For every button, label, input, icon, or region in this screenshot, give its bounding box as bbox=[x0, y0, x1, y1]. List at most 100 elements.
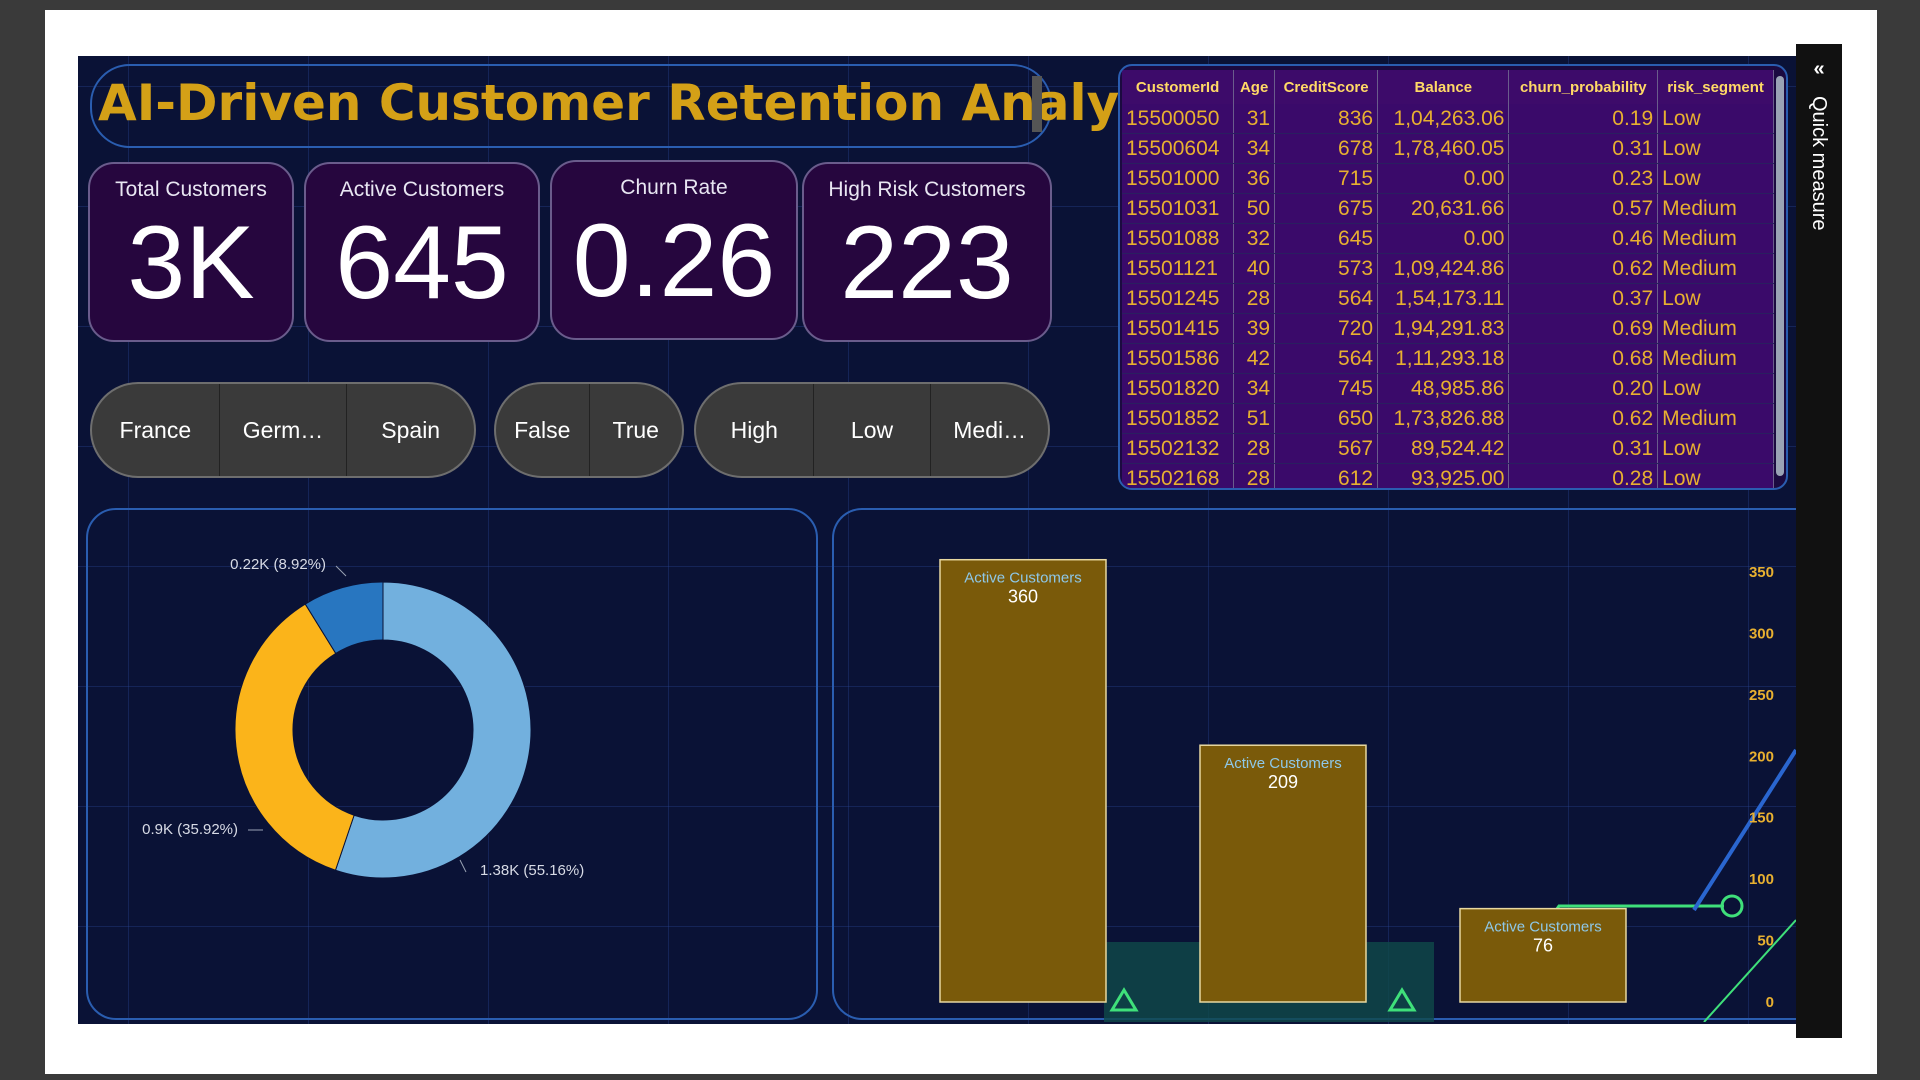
table-cell: 0.37 bbox=[1508, 283, 1659, 314]
donut-chart-panel: 1.38K (55.16%) 0.9K (35.92%) 0.22K (8.92%) bbox=[86, 508, 818, 1020]
table-cell: 15500050 bbox=[1122, 104, 1235, 134]
bar-series-label: Active Customers bbox=[964, 570, 1082, 587]
slicer-option-germany[interactable]: Germ… bbox=[220, 384, 348, 476]
kpi-value: 645 bbox=[335, 205, 509, 321]
table-cell: 15501088 bbox=[1122, 223, 1235, 254]
table-cell: 1,11,293.18 bbox=[1377, 343, 1510, 374]
table-cell: 15501415 bbox=[1122, 313, 1235, 344]
table-row[interactable]: 15501088 32 645 0.00 0.46 Medium bbox=[1122, 223, 1774, 254]
slicer-option-false[interactable]: False bbox=[496, 384, 590, 476]
slicer-option-medium[interactable]: Medi… bbox=[931, 384, 1048, 476]
y-tick-label: 350 bbox=[1749, 564, 1774, 581]
slice-leader-line bbox=[459, 859, 467, 873]
column-header[interactable]: Age bbox=[1233, 70, 1276, 104]
table-cell: 15500604 bbox=[1122, 133, 1235, 164]
bar[interactable] bbox=[939, 558, 1107, 1003]
slicer-option-low[interactable]: Low bbox=[814, 384, 932, 476]
column-header[interactable]: churn_probability bbox=[1508, 70, 1659, 104]
table-row[interactable]: 15501121 40 573 1,09,424.86 0.62 Medium bbox=[1122, 253, 1774, 284]
table-cell: Low bbox=[1657, 104, 1774, 134]
table-cell: 34 bbox=[1233, 373, 1276, 404]
table-header: CustomerId Age CreditScore Balance churn_pro… bbox=[1122, 70, 1774, 104]
bar-chart-panel: 0 50 100 150 200 250 300 350 Active Customers 360… bbox=[832, 508, 1796, 1023]
table-cell: Low bbox=[1657, 283, 1774, 314]
table-cell: 0.00 bbox=[1377, 163, 1510, 194]
geography-slicer: France Germ… Spain bbox=[90, 382, 476, 478]
kpi-label: Churn Rate bbox=[620, 176, 728, 199]
table-cell: 15502168 bbox=[1122, 463, 1235, 488]
table-cell: Medium bbox=[1657, 223, 1774, 254]
table-cell: 0.19 bbox=[1508, 104, 1659, 134]
slice-data-label: 0.9K (35.92%) bbox=[142, 821, 238, 838]
bar-chart: 050100150200250300350Active Customers360… bbox=[939, 558, 1796, 1023]
table-row[interactable]: 15500604 34 678 1,78,460.05 0.31 Low bbox=[1122, 133, 1774, 164]
active-member-slicer: False True bbox=[494, 382, 684, 478]
table-cell: 20,631.66 bbox=[1377, 193, 1510, 224]
table-cell: 34 bbox=[1233, 133, 1276, 164]
table-cell: 678 bbox=[1274, 133, 1379, 164]
table-row[interactable]: 15500050 31 836 1,04,263.06 0.19 Low bbox=[1122, 104, 1774, 134]
bar-data-label: 209 bbox=[1268, 772, 1298, 792]
slice-data-label: 0.22K (8.92%) bbox=[230, 556, 326, 573]
table-cell: 0.23 bbox=[1508, 163, 1659, 194]
bar-data-label: 76 bbox=[1533, 936, 1553, 956]
table-row[interactable]: 15501852 51 650 1,73,826.88 0.62 Medium bbox=[1122, 403, 1774, 434]
table-cell: 15501245 bbox=[1122, 283, 1235, 314]
table-row[interactable]: 15501820 34 745 48,985.86 0.20 Low bbox=[1122, 373, 1774, 404]
table-scrollbar[interactable] bbox=[1776, 76, 1784, 476]
slicer-option-true[interactable]: True bbox=[590, 384, 683, 476]
y-tick-label: 0 bbox=[1766, 994, 1774, 1011]
table-cell: 715 bbox=[1274, 163, 1379, 194]
kpi-total-customers[interactable]: Total Customers 3K bbox=[88, 162, 294, 342]
table-cell: 0.20 bbox=[1508, 373, 1659, 404]
title-scrollbar bbox=[1032, 76, 1042, 132]
y-tick-label: 200 bbox=[1749, 748, 1774, 765]
table-row[interactable]: 15501245 28 564 1,54,173.11 0.37 Low bbox=[1122, 283, 1774, 314]
table-cell: 836 bbox=[1274, 104, 1379, 134]
kpi-high-risk-customers[interactable]: High Risk Customers 223 bbox=[802, 162, 1052, 342]
table-cell: 1,04,263.06 bbox=[1377, 104, 1510, 134]
table-cell: Low bbox=[1657, 373, 1774, 404]
column-header[interactable]: CreditScore bbox=[1274, 70, 1379, 104]
column-header[interactable]: CustomerId bbox=[1122, 70, 1235, 104]
kpi-label: Active Customers bbox=[339, 178, 505, 201]
chevron-left-icon[interactable]: « bbox=[1796, 58, 1842, 81]
table-cell: 0.69 bbox=[1508, 313, 1659, 344]
slicer-option-high[interactable]: High bbox=[696, 384, 814, 476]
kpi-label: Total Customers bbox=[115, 178, 267, 201]
table-cell: 89,524.42 bbox=[1377, 433, 1510, 464]
table-row[interactable]: 15501000 36 715 0.00 0.23 Low bbox=[1122, 163, 1774, 194]
table-row[interactable]: 15501031 50 675 20,631.66 0.57 Medium bbox=[1122, 193, 1774, 224]
table-cell: 0.00 bbox=[1377, 223, 1510, 254]
table-cell: 567 bbox=[1274, 433, 1379, 464]
column-header[interactable]: risk_segment bbox=[1657, 70, 1774, 104]
table-cell: 51 bbox=[1233, 403, 1276, 434]
quick-measure-pane[interactable]: « Quick measure bbox=[1796, 44, 1842, 1038]
column-header[interactable]: Balance bbox=[1377, 70, 1510, 104]
table-cell: Medium bbox=[1657, 253, 1774, 284]
table-cell: Low bbox=[1657, 133, 1774, 164]
table-cell: 15502132 bbox=[1122, 433, 1235, 464]
report-canvas: AI-Driven Customer Retention Analysis To… bbox=[78, 56, 1796, 1024]
bar-series-label: Active Customers bbox=[1484, 919, 1602, 936]
kpi-active-customers[interactable]: Active Customers 645 bbox=[304, 162, 540, 342]
table-row[interactable]: 15502168 28 612 93,925.00 0.28 Low bbox=[1122, 463, 1774, 488]
donut-chart: 1.38K (55.16%) 0.9K (35.92%) 0.22K (8.92%) bbox=[142, 556, 584, 879]
table-row[interactable]: 15501586 42 564 1,11,293.18 0.68 Medium bbox=[1122, 343, 1774, 374]
table-cell: 0.68 bbox=[1508, 343, 1659, 374]
table-cell: 564 bbox=[1274, 343, 1379, 374]
table-cell: Low bbox=[1657, 463, 1774, 488]
table-row[interactable]: 15501415 39 720 1,94,291.83 0.69 Medium bbox=[1122, 313, 1774, 344]
bar-data-label: 360 bbox=[1008, 587, 1038, 607]
slicer-option-spain[interactable]: Spain bbox=[347, 384, 474, 476]
slicer-option-france[interactable]: France bbox=[92, 384, 220, 476]
table-cell: 48,985.86 bbox=[1377, 373, 1510, 404]
kpi-churn-rate[interactable]: Churn Rate 0.26 bbox=[550, 160, 798, 340]
table-cell: 0.28 bbox=[1508, 463, 1659, 488]
kpi-value: 0.26 bbox=[572, 203, 776, 319]
table-cell: 0.62 bbox=[1508, 253, 1659, 284]
table-cell: 720 bbox=[1274, 313, 1379, 344]
kpi-value: 3K bbox=[127, 205, 255, 321]
table-cell: 650 bbox=[1274, 403, 1379, 434]
table-row[interactable]: 15502132 28 567 89,524.42 0.31 Low bbox=[1122, 433, 1774, 464]
